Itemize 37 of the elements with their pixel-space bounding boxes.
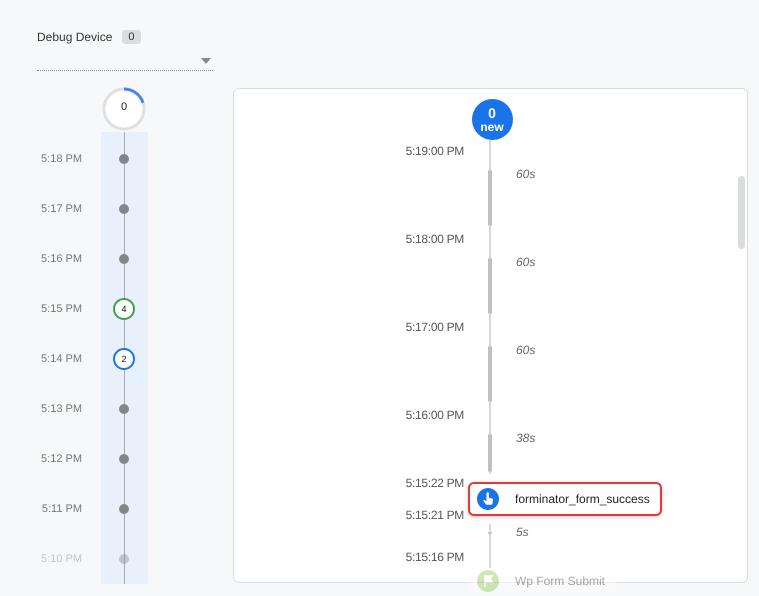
flag-icon — [477, 570, 499, 592]
minute-label: 5:16 PM — [40, 253, 82, 265]
caret-icon — [201, 58, 211, 64]
gap-bar — [488, 258, 492, 314]
gap-duration: 38s — [515, 430, 536, 447]
debug-device-label: Debug Device — [37, 30, 112, 44]
device-count-badge: 0 — [122, 30, 140, 44]
new-events-bubble[interactable]: 0 new — [472, 99, 512, 140]
minute-label: 5:12 PM — [40, 453, 82, 465]
gap-duration: 60s — [515, 166, 536, 183]
scrollbar-thumb[interactable] — [738, 176, 745, 249]
minute-label: 5:13 PM — [40, 403, 82, 415]
minute-label: 5:11 PM — [40, 503, 82, 515]
timestamp: 5:15:16 PM — [404, 550, 465, 564]
minute-label: 5:15 PM — [40, 303, 82, 315]
timestamp: 5:17:00 PM — [404, 320, 465, 334]
event-name: Wp Form Submit — [515, 574, 606, 588]
gap-duration: 5s — [515, 524, 530, 541]
countdown-ring — [101, 86, 147, 132]
minute-label: 5:17 PM — [40, 203, 82, 215]
timestamp: 5:19:00 PM — [404, 144, 465, 158]
gap-duration: 60s — [515, 342, 536, 359]
pointer-hand-icon — [477, 488, 499, 510]
timestamp: 5:18:00 PM — [404, 232, 465, 246]
minute-label: 5:14 PM — [40, 353, 82, 365]
gap-bar — [488, 346, 492, 402]
event-name: forminator_form_success — [515, 492, 650, 506]
event-count: 0 — [120, 101, 128, 113]
timestamp: 5:15:22 PM — [404, 476, 465, 490]
gap-duration: 60s — [515, 254, 536, 271]
minute-label: 5:18 PM — [40, 153, 82, 165]
event-card[interactable]: forminator_form_success — [468, 482, 662, 516]
timestamp: 5:16:00 PM — [404, 408, 465, 422]
gap-bar — [488, 434, 492, 472]
gap-bar — [488, 170, 492, 226]
minute-dot — [119, 554, 129, 564]
timestamp: 5:15:21 PM — [404, 508, 465, 522]
